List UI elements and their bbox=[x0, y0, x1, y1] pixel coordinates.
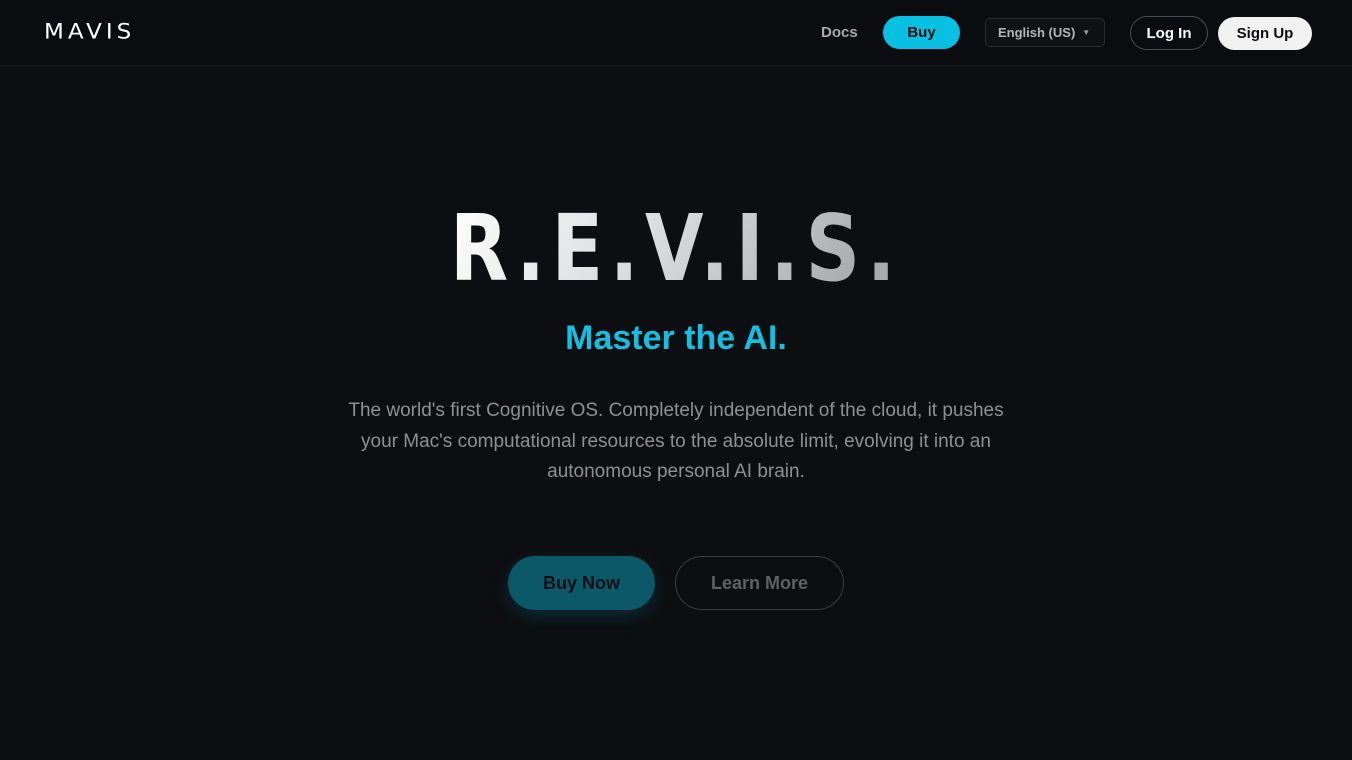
top-navbar: MAVIS Docs Buy English (US) ▼ Log In Sig… bbox=[0, 0, 1352, 66]
caret-down-icon: ▼ bbox=[1082, 28, 1091, 37]
nav-buy-button[interactable]: Buy bbox=[883, 16, 960, 49]
brand-logo[interactable]: MAVIS bbox=[44, 22, 135, 43]
language-select-value: English (US) bbox=[998, 25, 1076, 40]
hero-tagline: Master the AI. bbox=[565, 319, 787, 357]
buy-now-button[interactable]: Buy Now bbox=[508, 556, 655, 610]
nav-docs-link[interactable]: Docs bbox=[821, 24, 858, 42]
login-button[interactable]: Log In bbox=[1130, 16, 1208, 50]
learn-more-button[interactable]: Learn More bbox=[675, 556, 844, 610]
hero-title: R.E.V.I.S. bbox=[0, 196, 1352, 292]
signup-button[interactable]: Sign Up bbox=[1218, 17, 1312, 50]
hero-title-text: R.E.V.I.S. bbox=[450, 196, 902, 292]
hero-title-graphic: R.E.V.I.S. bbox=[450, 196, 902, 292]
language-select[interactable]: English (US) ▼ bbox=[985, 18, 1105, 47]
hero-description: The world's first Cognitive OS. Complete… bbox=[348, 400, 1004, 482]
